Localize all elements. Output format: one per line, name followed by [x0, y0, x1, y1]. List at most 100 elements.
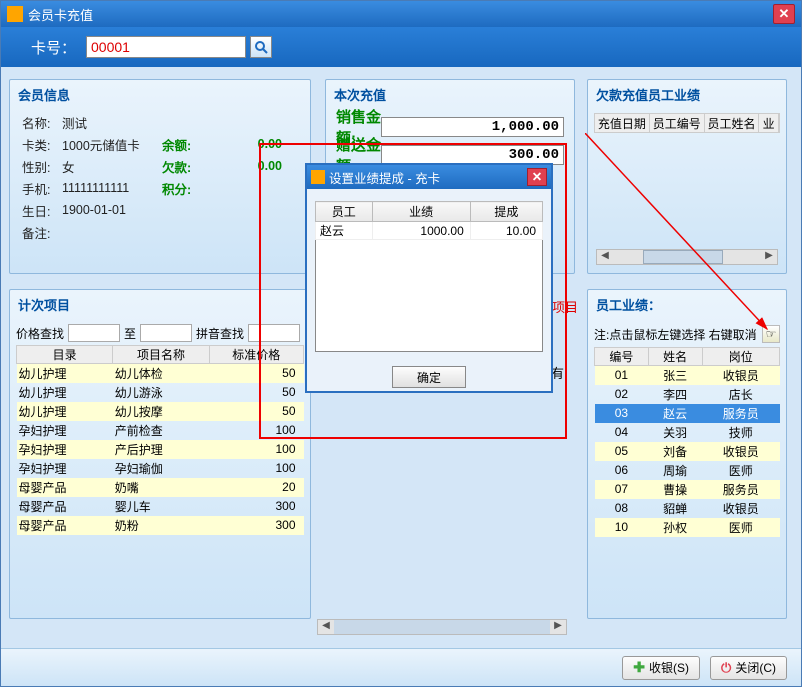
table-row[interactable]: 孕妇护理产后护理100 [17, 440, 304, 459]
member-key: 手机: [22, 179, 62, 198]
window-title: 会员卡充值 [28, 5, 93, 24]
member-extra-key: 欠款: [162, 157, 212, 176]
owed-horizontal-scrollbar[interactable]: ◀ ▶ [596, 249, 778, 265]
scroll-right-icon[interactable]: ▶ [761, 250, 777, 264]
emp-header-cell[interactable]: 编号 [595, 348, 649, 366]
emp-cell: 貂蝉 [648, 499, 702, 518]
emp-cell: 孙权 [648, 518, 702, 537]
count-cell: 100 [209, 459, 303, 478]
emp-cell: 收银员 [702, 366, 779, 385]
table-row[interactable]: 孕妇护理孕妇瑜伽100 [17, 459, 304, 478]
table-row[interactable]: 07曹操服务员 [595, 480, 780, 499]
member-extra-value: 0.00 [212, 159, 282, 173]
member-row: 生日:1900-01-01 [22, 199, 298, 221]
table-row[interactable]: 06周瑜医师 [595, 461, 780, 480]
count-header-cell[interactable]: 目录 [17, 346, 113, 364]
employee-table: 编号姓名岗位01张三收银员02李四店长03赵云服务员04关羽技师05刘备收银员0… [594, 347, 780, 537]
scroll-left-icon[interactable]: ◀ [597, 250, 613, 264]
modal-close-button[interactable]: ✕ [527, 168, 547, 186]
emp-cell: 收银员 [702, 442, 779, 461]
emp-cell: 07 [595, 480, 649, 499]
table-row[interactable]: 孕妇护理产前检查100 [17, 421, 304, 440]
emp-cell: 医师 [702, 518, 779, 537]
recharge-input[interactable] [381, 117, 564, 137]
card-number-input[interactable] [86, 36, 246, 58]
owed-header-cell[interactable]: 员工姓名 [705, 114, 760, 132]
emp-cell: 李四 [648, 385, 702, 404]
scroll-left-icon[interactable]: ◀ [318, 620, 334, 634]
count-cell: 奶嘴 [113, 478, 209, 497]
modal-table: 员工业绩提成赵云1000.0010.00 [315, 201, 543, 240]
hand-pointer-icon[interactable]: ☞ [762, 325, 780, 343]
count-cell: 幼儿按摩 [113, 402, 209, 421]
table-row[interactable]: 08貂蝉收银员 [595, 499, 780, 518]
count-cell: 母婴产品 [17, 516, 113, 535]
member-row: 名称:测试 [22, 111, 298, 133]
table-row[interactable]: 幼儿护理幼儿体检50 [17, 364, 304, 383]
table-row[interactable]: 04关羽技师 [595, 423, 780, 442]
count-cell: 幼儿护理 [17, 402, 113, 421]
member-value: 1000元储值卡 [62, 135, 162, 154]
member-key: 生日: [22, 201, 62, 220]
price-from-input[interactable] [68, 324, 120, 342]
owed-header-cell[interactable]: 充值日期 [595, 114, 650, 132]
checkout-button[interactable]: ✚ 收银(S) [622, 656, 700, 680]
member-value: 11111111111 [62, 181, 162, 195]
search-icon[interactable] [250, 36, 272, 58]
price-to-input[interactable] [140, 324, 192, 342]
modal-header-cell: 提成 [470, 202, 542, 222]
table-row[interactable]: 05刘备收银员 [595, 442, 780, 461]
owed-header-cell[interactable]: 业 [759, 114, 779, 132]
member-info-panel: 会员信息 名称:测试卡类:1000元储值卡余额:0.00性别:女欠款:0.00手… [9, 79, 311, 274]
count-header-cell[interactable]: 标准价格 [209, 346, 303, 364]
table-row[interactable]: 母婴产品奶嘴20 [17, 478, 304, 497]
count-cell: 母婴产品 [17, 478, 113, 497]
table-row[interactable]: 赵云1000.0010.00 [316, 222, 543, 240]
member-value: 女 [62, 157, 162, 176]
pinyin-search-input[interactable] [248, 324, 300, 342]
table-row[interactable]: 02李四店长 [595, 385, 780, 404]
table-row[interactable]: 幼儿护理幼儿游泳50 [17, 383, 304, 402]
member-key: 名称: [22, 113, 62, 132]
count-cell: 孕妇护理 [17, 421, 113, 440]
emp-cell: 曹操 [648, 480, 702, 499]
table-row[interactable]: 10孙权医师 [595, 518, 780, 537]
owed-header-cell[interactable]: 员工编号 [650, 114, 705, 132]
table-row[interactable]: 母婴产品婴儿车300 [17, 497, 304, 516]
modal-title: 设置业绩提成 - 充卡 [329, 168, 440, 187]
emp-cell: 关羽 [648, 423, 702, 442]
table-row[interactable]: 幼儿护理幼儿按摩50 [17, 402, 304, 421]
count-cell: 母婴产品 [17, 497, 113, 516]
member-key: 性别: [22, 157, 62, 176]
count-header-cell[interactable]: 项目名称 [113, 346, 209, 364]
employee-perf-title: 员工业绩： [588, 290, 786, 319]
power-icon: ⏻ [721, 660, 731, 676]
employee-perf-panel: 员工业绩： 注:点击鼠标左键选择 右键取消 ☞ 编号姓名岗位01张三收银员02李… [587, 289, 787, 619]
table-row[interactable]: 01张三收银员 [595, 366, 780, 385]
emp-cell: 03 [595, 404, 649, 423]
count-cell: 20 [209, 478, 303, 497]
emp-header-cell[interactable]: 姓名 [648, 348, 702, 366]
emp-header-cell[interactable]: 岗位 [702, 348, 779, 366]
table-row[interactable]: 母婴产品奶粉300 [17, 516, 304, 535]
window-close-button[interactable]: ✕ [773, 4, 795, 24]
count-items-title: 计次项目 [10, 290, 310, 319]
member-info-title: 会员信息 [10, 80, 310, 109]
close-button[interactable]: ⏻ 关闭(C) [710, 656, 787, 680]
employee-note: 注:点击鼠标左键选择 右键取消 [594, 326, 757, 343]
table-row[interactable]: 03赵云服务员 [595, 404, 780, 423]
titlebar: 会员卡充值 ✕ [1, 1, 801, 27]
modal-table-blank [315, 240, 543, 352]
recharge-input[interactable] [381, 145, 564, 165]
plus-icon: ✚ [633, 659, 645, 676]
count-cell: 孕妇护理 [17, 459, 113, 478]
modal-confirm-button[interactable]: 确定 [392, 366, 466, 388]
footer-bar: ✚ 收银(S) ⏻ 关闭(C) [1, 648, 801, 686]
count-cell: 100 [209, 421, 303, 440]
bottom-horizontal-scrollbar[interactable]: ◀ ▶ [317, 619, 567, 635]
count-search-row: 价格查找 至 拼音查找 [16, 323, 304, 343]
modal-titlebar: 设置业绩提成 - 充卡 ✕ [307, 165, 551, 189]
scroll-right-icon[interactable]: ▶ [550, 620, 566, 634]
count-cell: 100 [209, 440, 303, 459]
emp-cell: 店长 [702, 385, 779, 404]
